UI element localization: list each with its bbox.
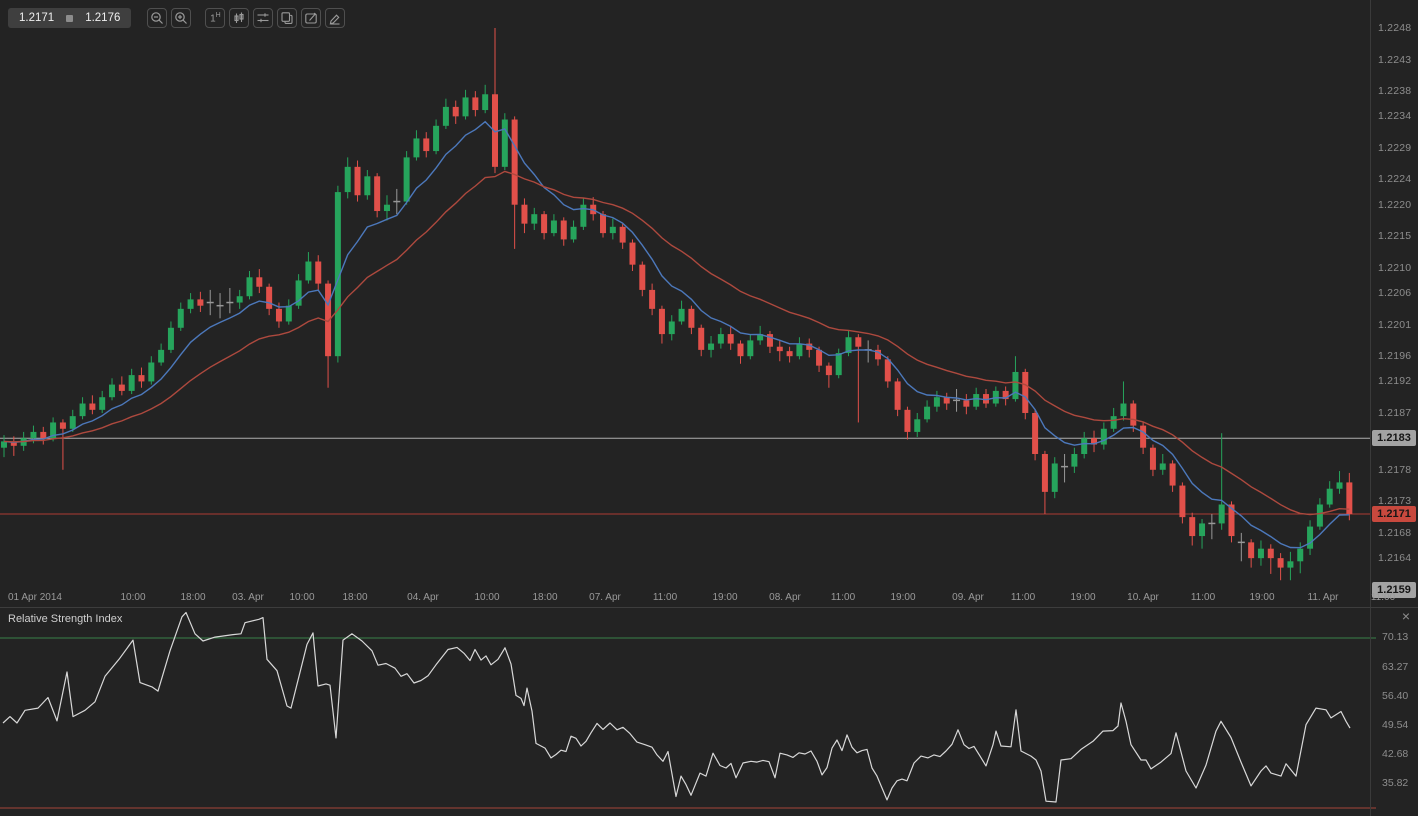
- bid-price[interactable]: 1.2171: [19, 12, 54, 24]
- price-badge: 1.2183: [1372, 430, 1416, 446]
- time-axis-label: 11:00: [1011, 592, 1035, 603]
- price-axis-label: 1.2238: [1378, 85, 1411, 97]
- time-axis-label: 19:00: [1070, 592, 1095, 603]
- price-axis-label: 1.2201: [1378, 319, 1411, 331]
- price-axis-label: 1.2206: [1378, 287, 1411, 299]
- price-axis-label: 1.2164: [1378, 552, 1411, 564]
- rsi-axis-label: 63.27: [1382, 661, 1408, 673]
- time-axis-label: 09. Apr: [952, 592, 984, 603]
- time-axis-label: 10:00: [120, 592, 145, 603]
- time-axis-label: 10:00: [474, 592, 499, 603]
- time-axis-label: 11:00: [831, 592, 855, 603]
- rsi-axis-label: 56.40: [1382, 690, 1408, 702]
- price-axis-label: 1.2220: [1378, 199, 1411, 211]
- price-axis-separator: [1370, 0, 1371, 816]
- rsi-axis-label: 35.82: [1382, 777, 1408, 789]
- time-axis-label: 01 Apr 2014: [8, 592, 62, 603]
- rsi-axis-label: 70.13: [1382, 631, 1408, 643]
- time-axis[interactable]: 01 Apr 2014 10:00 18:00 03. Apr 10:00 18:00 04…: [0, 592, 1370, 607]
- price-lines: [0, 438, 1370, 514]
- time-axis-label: 19:00: [890, 592, 915, 603]
- rsi-line: [3, 613, 1350, 803]
- rsi-axis-label: 49.54: [1382, 719, 1408, 731]
- time-axis-label: 18:00: [532, 592, 557, 603]
- zoom-out-icon[interactable]: [147, 8, 167, 28]
- trading-chart-app: 1.2248 1.2243 1.2238 1.2234 1.2229 1.2224 1.22…: [0, 0, 1418, 816]
- timeframe-button[interactable]: 1H: [205, 8, 225, 28]
- chart-canvas[interactable]: [0, 0, 1418, 816]
- toolbar: 1.2171 1.2176 1H: [8, 8, 345, 28]
- ma-slow-line: [4, 171, 1349, 514]
- time-axis-label: 10:00: [289, 592, 314, 603]
- time-axis-label: 18:00: [180, 592, 205, 603]
- time-axis-label: 19:00: [1249, 592, 1274, 603]
- price-axis-label: 1.2168: [1378, 527, 1411, 539]
- price-badge: 1.2171: [1372, 506, 1416, 522]
- time-axis-label: 11. Apr: [1308, 592, 1339, 603]
- price-axis-label: 1.2234: [1378, 110, 1411, 122]
- edit-icon[interactable]: [301, 8, 321, 28]
- price-axis-label: 1.2210: [1378, 262, 1411, 274]
- price-axis-label: 1.2243: [1378, 54, 1411, 66]
- draw-icon[interactable]: [325, 8, 345, 28]
- price-axis-label: 1.2187: [1378, 407, 1411, 419]
- indicators-icon[interactable]: [253, 8, 273, 28]
- time-axis-label: 19:00: [712, 592, 737, 603]
- time-axis-label: 08. Apr: [769, 592, 801, 603]
- rsi-title: Relative Strength Index: [8, 613, 122, 625]
- time-axis-label: 04. Apr: [407, 592, 439, 603]
- ma-fast-line: [4, 122, 1349, 548]
- ask-price[interactable]: 1.2176: [85, 12, 120, 24]
- time-axis-label: 11:00: [1371, 592, 1395, 603]
- time-axis-label: 11:00: [1191, 592, 1215, 603]
- price-axis-label: 1.2229: [1378, 142, 1411, 154]
- zoom-in-icon[interactable]: [171, 8, 191, 28]
- time-axis-label: 03. Apr: [232, 592, 264, 603]
- rsi-axis-label: 42.68: [1382, 748, 1408, 760]
- chart-type-candles-icon[interactable]: [229, 8, 249, 28]
- price-axis-label: 1.2248: [1378, 22, 1411, 34]
- price-axis-label: 1.2178: [1378, 464, 1411, 476]
- time-axis-label: 10. Apr: [1127, 592, 1159, 603]
- price-axis-label: 1.2215: [1378, 230, 1411, 242]
- price-axis-label: 1.2192: [1378, 375, 1411, 387]
- toolbar-buttons: 1H: [143, 8, 345, 28]
- time-axis-label: 18:00: [342, 592, 367, 603]
- rsi-pane-separator: [0, 607, 1418, 608]
- quote-box[interactable]: 1.2171 1.2176: [8, 8, 131, 28]
- layouts-icon[interactable]: [277, 8, 297, 28]
- spread-icon: [66, 15, 73, 22]
- candlestick-series: [1, 28, 1352, 580]
- price-axis-label: 1.2196: [1378, 350, 1411, 362]
- time-axis-label: 07. Apr: [589, 592, 621, 603]
- price-axis-label: 1.2224: [1378, 173, 1411, 185]
- time-axis-label: 11:00: [653, 592, 677, 603]
- rsi-close-button[interactable]: ×: [1398, 608, 1414, 624]
